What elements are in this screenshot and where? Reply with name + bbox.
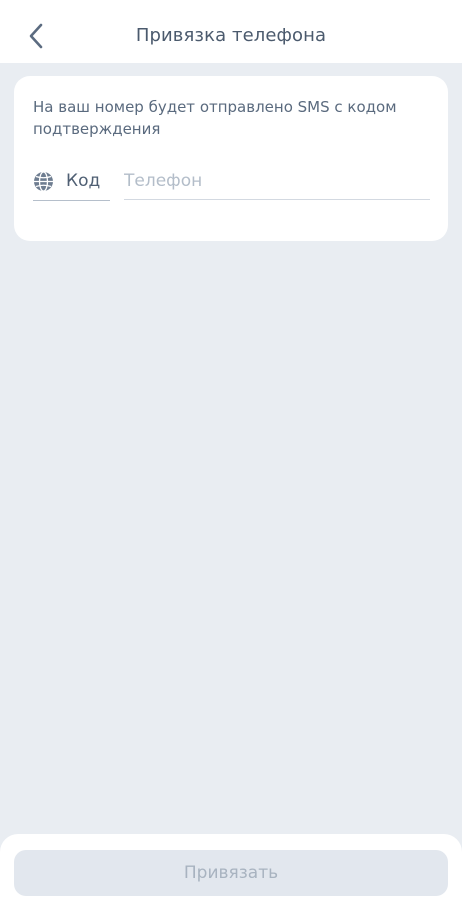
globe-icon (33, 171, 54, 192)
top-bar: Привязка телефона (0, 0, 462, 63)
page-title: Привязка телефона (135, 25, 327, 46)
country-code-label: Код (66, 171, 101, 191)
bottom-panel: Привязать (0, 834, 462, 900)
phone-binding-card: На ваш номер будет отправлено SMS с кодо… (14, 76, 448, 241)
screen: Привязка телефона На ваш номер будет отп… (0, 0, 462, 900)
bind-phone-button[interactable]: Привязать (14, 850, 448, 896)
country-code-selector[interactable]: Код (33, 169, 110, 201)
sms-info-text: На ваш номер будет отправлено SMS с кодо… (33, 98, 397, 138)
phone-input[interactable] (124, 169, 430, 200)
